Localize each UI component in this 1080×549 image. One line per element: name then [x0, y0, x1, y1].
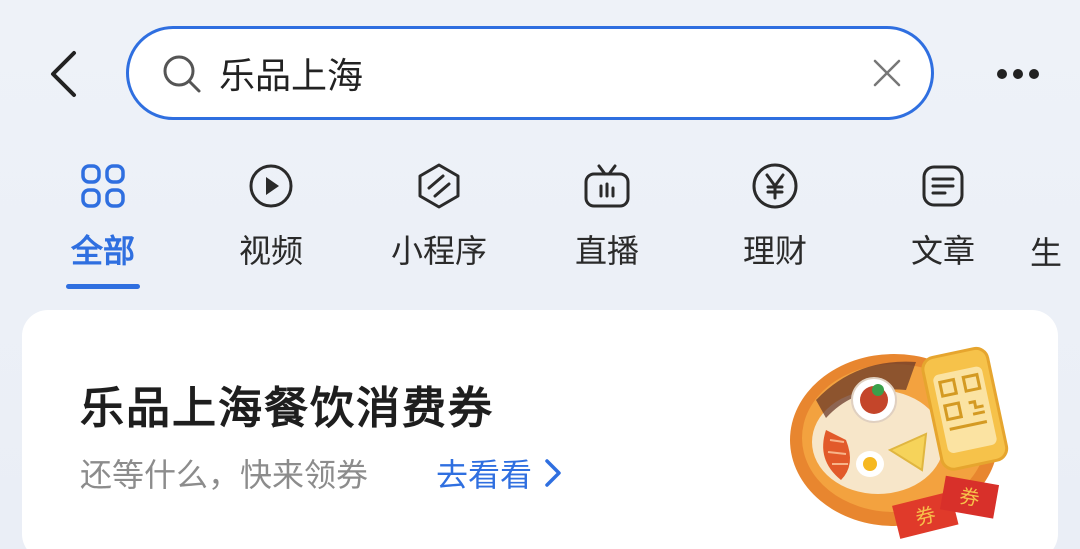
tab-label: 生 [1030, 234, 1063, 272]
tab-video[interactable]: 视频 [206, 158, 336, 288]
yen-icon [752, 163, 798, 209]
tab-label: 视频 [238, 232, 303, 270]
tab-live[interactable]: 直播 [542, 158, 672, 288]
card-subtitle: 还等什么，快来领券 [80, 456, 369, 494]
link-label: 去看看 [436, 456, 533, 494]
document-icon [922, 165, 964, 207]
chevron-right-icon [545, 459, 561, 487]
tab-all[interactable]: 全部 [38, 158, 168, 288]
play-icon [249, 164, 293, 208]
tab-label: 直播 [574, 232, 639, 270]
more-dot [997, 69, 1007, 79]
tab-label: 全部 [70, 232, 135, 270]
food-coupon-illustration: 券 券 [790, 346, 1009, 539]
tab-article[interactable]: 文章 [878, 158, 1008, 288]
grid-icon [81, 164, 125, 208]
search-input[interactable] [219, 43, 839, 103]
view-more-link[interactable]: 去看看 [436, 450, 562, 496]
tv-icon [584, 164, 630, 208]
more-dot [1029, 69, 1039, 79]
promo-card[interactable]: 乐品上海餐饮消费券 还等什么，快来领券 去看看 券 券 [22, 310, 1058, 549]
mini-program-icon [418, 163, 460, 209]
tab-mini-program[interactable]: 小程序 [374, 158, 504, 288]
coupon-glyph: 券 [958, 484, 982, 511]
more-button[interactable] [990, 56, 1046, 92]
tab-label: 小程序 [390, 232, 487, 270]
active-tab-indicator [66, 284, 140, 289]
tab-label: 文章 [910, 232, 975, 270]
tab-label: 理财 [742, 232, 807, 270]
chevron-left-icon [51, 51, 76, 97]
clear-icon[interactable] [869, 55, 905, 91]
tab-partial[interactable]: 生 [1030, 158, 1080, 288]
more-dot [1013, 69, 1023, 79]
tab-finance[interactable]: 理财 [710, 158, 840, 288]
search-box[interactable] [126, 26, 934, 120]
card-title: 乐品上海餐饮消费券 [80, 383, 494, 434]
back-button[interactable] [40, 48, 86, 100]
search-icon [163, 55, 201, 93]
